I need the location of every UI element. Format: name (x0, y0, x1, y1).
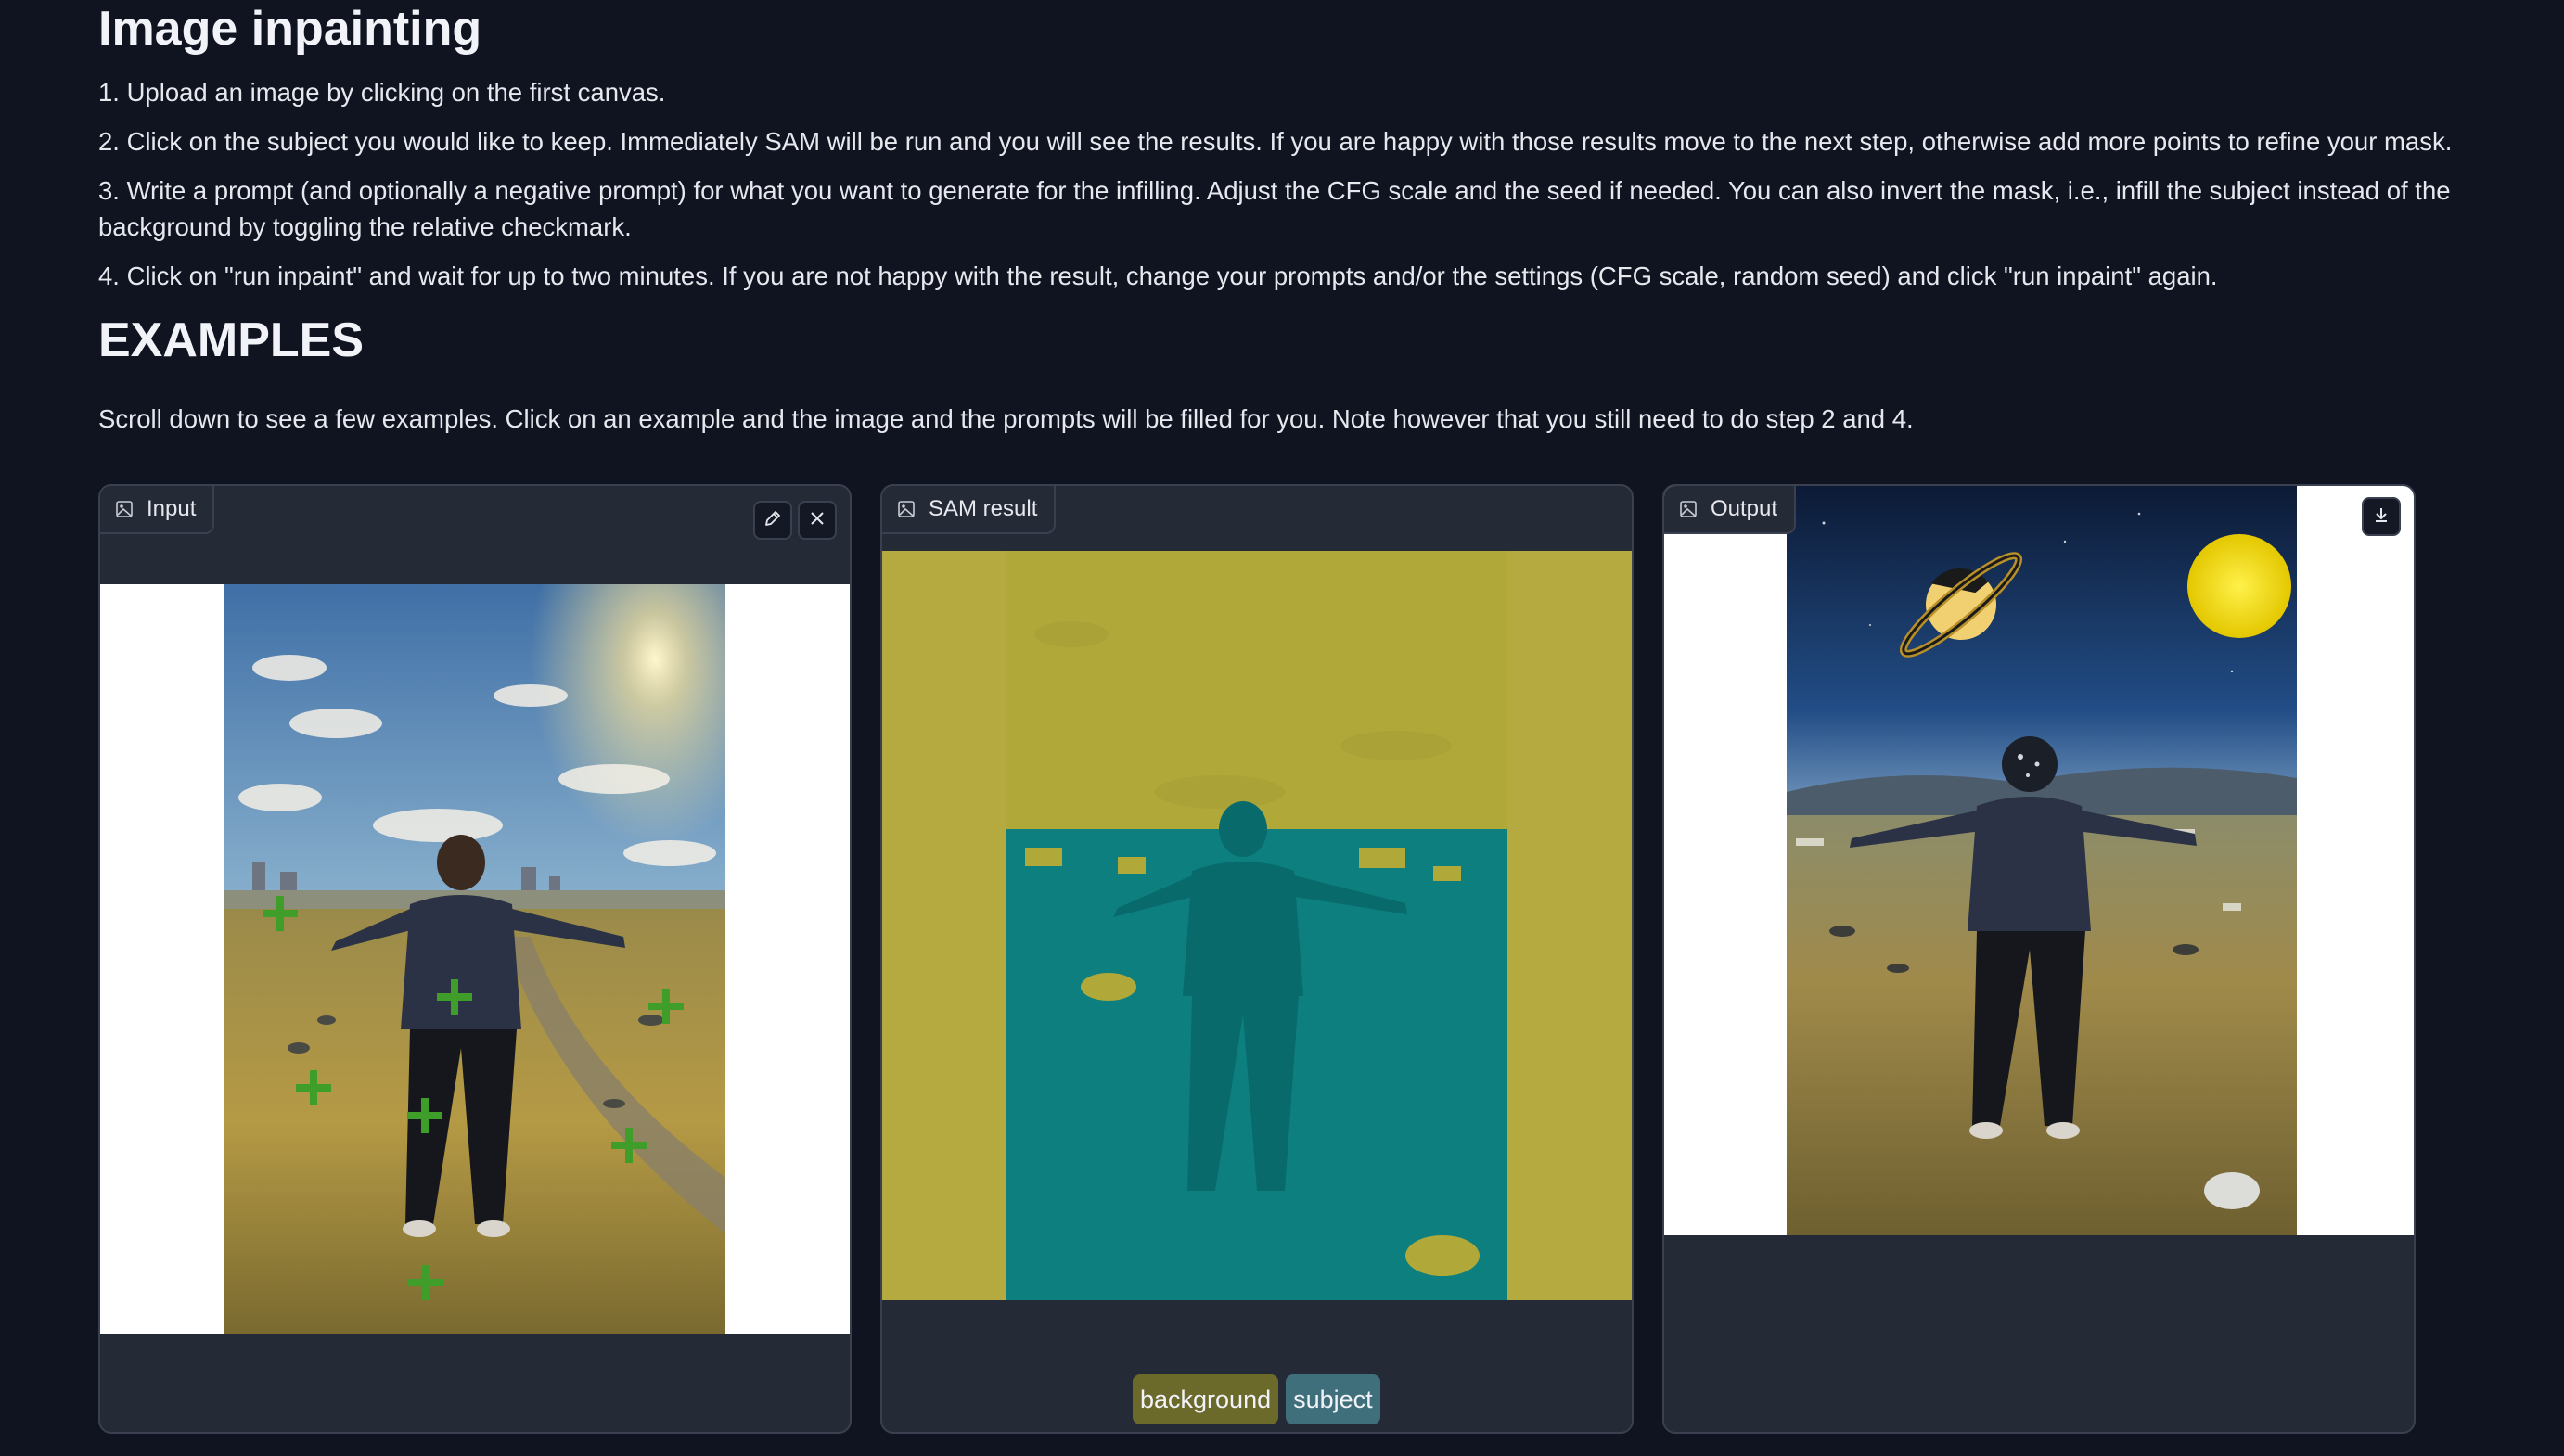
close-icon (807, 508, 827, 533)
output-canvas (1664, 486, 2414, 1235)
image-icon (1679, 500, 1698, 518)
legend-background: background (1133, 1374, 1279, 1424)
step-3: 3. Write a prompt (and optionally a nega… (98, 176, 2451, 241)
sam-image (1006, 551, 1507, 1300)
sam-result-panel: SAM result background subject (880, 484, 1634, 1434)
point-markers (263, 896, 684, 1300)
examples-heading: EXAMPLES (98, 313, 365, 367)
step-4: 4. Click on "run inpaint" and wait for u… (98, 262, 2218, 290)
image-icon (115, 500, 134, 518)
legend-subject: subject (1286, 1374, 1380, 1424)
output-label: Output (1664, 486, 1797, 534)
input-canvas[interactable] (100, 584, 850, 1334)
sam-label-text: SAM result (929, 496, 1038, 521)
step-1: 1. Upload an image by clicking on the fi… (98, 78, 666, 107)
output-panel: Output (1662, 484, 2416, 1434)
input-label-text: Input (147, 496, 197, 521)
clear-button[interactable] (798, 501, 837, 540)
output-label-text: Output (1711, 496, 1778, 521)
download-button[interactable] (2362, 497, 2401, 536)
output-image (1787, 486, 2297, 1235)
pencil-icon (763, 508, 783, 533)
step-2: 2. Click on the subject you would like t… (98, 127, 2453, 156)
sam-label: SAM result (882, 486, 1057, 534)
input-label: Input (100, 486, 215, 534)
input-image[interactable] (224, 584, 725, 1334)
page-title: Image inpainting (98, 2, 482, 56)
image-icon (897, 500, 916, 518)
download-icon (2371, 504, 2391, 530)
examples-note: Scroll down to see a few examples. Click… (98, 404, 1914, 433)
mask-legend: background subject (1133, 1374, 1380, 1424)
edit-button[interactable] (753, 501, 792, 540)
input-panel[interactable]: Input (98, 484, 852, 1434)
sam-canvas (882, 551, 1632, 1300)
